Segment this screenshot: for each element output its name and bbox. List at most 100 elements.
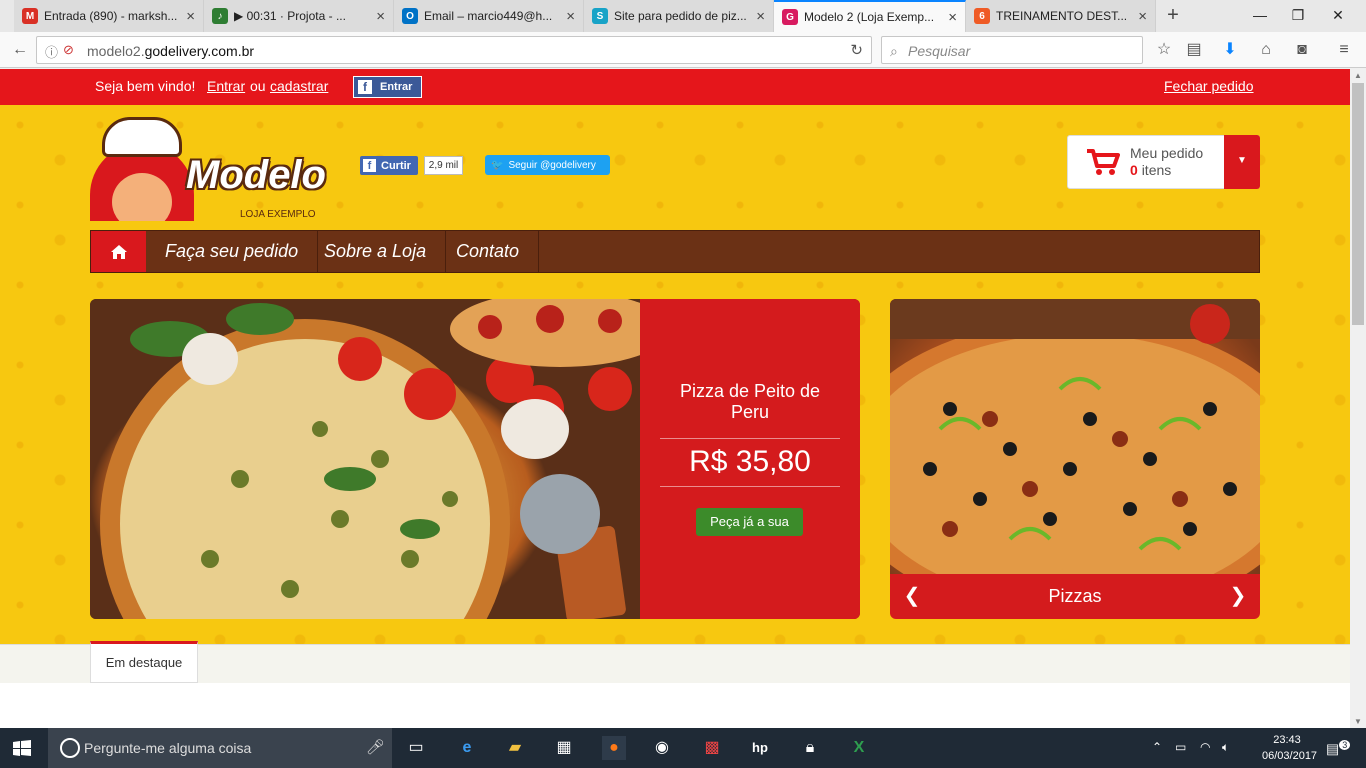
cart-dropdown-caret-icon[interactable]: ▼ (1224, 135, 1260, 189)
tab-title: TREINAMENTO DEST... (996, 9, 1128, 23)
tray-chevron-icon[interactable]: ⌃ (1152, 740, 1162, 754)
close-window-button[interactable]: ✕ (1320, 3, 1356, 27)
twitter-follow-button[interactable]: 🐦 Seguir @godelivery (485, 155, 610, 175)
browser-tab-bar: M Entrada (890) - marksh... × ♪ ▶ 00:31 … (0, 0, 1366, 32)
restore-button[interactable]: ❐ (1280, 3, 1316, 27)
address-bar[interactable]: ⓘ ⊘ modelo2.godelivery.com.br ↻ (36, 36, 872, 64)
or-text: ou (250, 78, 266, 94)
reading-list-icon[interactable]: ▤ (1182, 39, 1206, 61)
facebook-login-label: Entrar (380, 81, 413, 93)
windows-taskbar: Pergunte-me alguma coisa 🎤︎ ▭ e ▰ ▦ ● ◉ … (0, 728, 1366, 768)
outlook-icon: O (402, 8, 418, 24)
windows-start-icon[interactable] (13, 740, 31, 756)
home-icon[interactable] (91, 231, 146, 272)
firefox-icon[interactable]: ● (602, 736, 626, 760)
colorful-app-icon[interactable]: ▩ (700, 736, 724, 760)
edge-icon[interactable]: e (455, 736, 479, 760)
order-now-button[interactable]: Peça já a sua (696, 508, 803, 536)
microphone-icon[interactable]: 🎤︎ (366, 738, 385, 756)
divider (660, 486, 840, 487)
menu-item-about[interactable]: Sobre a Loja (305, 231, 447, 272)
store-logo[interactable]: Modelo LOJA EXEMPLO (90, 117, 330, 221)
tab-gmail[interactable]: M Entrada (890) - marksh... × (14, 0, 204, 32)
new-tab-button[interactable]: + (1162, 5, 1184, 27)
battery-icon[interactable]: ▭ (1175, 740, 1186, 754)
search-icon: ⌕ (890, 43, 898, 59)
register-link[interactable]: cadastrar (270, 78, 328, 94)
like-count: 2,9 mil (424, 156, 463, 175)
search-bar[interactable]: ⌕ Pesquisar (881, 36, 1143, 64)
category-label: Pizzas (1048, 586, 1102, 606)
welcome-text: Seja bem vindo! (95, 78, 196, 94)
scroll-down-icon[interactable]: ▼ (1354, 717, 1362, 726)
scrollbar-thumb[interactable] (1352, 83, 1364, 325)
vpn-lock-icon[interactable]: 🔒︎ (798, 736, 822, 760)
search-placeholder: Pesquisar (908, 43, 971, 59)
tab-treinamento[interactable]: 6 TREINAMENTO DEST... × (966, 0, 1156, 32)
twitter-label: Seguir @godelivery (508, 159, 596, 171)
pocket-icon[interactable]: ◙ (1290, 39, 1314, 61)
page-scrollbar[interactable]: ▲ ▼ (1350, 69, 1366, 728)
music-icon: ♪ (212, 8, 228, 24)
notification-count: 3 (1339, 740, 1351, 750)
twitter-bird-icon: 🐦 (491, 159, 504, 171)
scroll-up-icon[interactable]: ▲ (1354, 71, 1362, 80)
cart-widget[interactable]: Meu pedido 0 itens ▼ (1067, 135, 1260, 189)
pizza-photo (90, 299, 670, 619)
menu-item-order[interactable]: Faça seu pedido (146, 231, 319, 272)
cortana-placeholder: Pergunte-me alguma coisa (84, 740, 252, 756)
url-prefix: modelo2. (87, 43, 145, 59)
pizza-illustration (890, 299, 1260, 619)
reload-icon[interactable]: ↻ (850, 41, 863, 59)
close-tab-icon[interactable]: × (1138, 8, 1147, 25)
facebook-login-button[interactable]: f Entrar (353, 76, 422, 98)
info-icon[interactable]: ⓘ (45, 42, 58, 61)
slide-info-panel: Pizza de Peito de Peru R$ 35,80 Peça já … (640, 299, 860, 619)
featured-section: Em destaque (0, 641, 1350, 728)
close-tab-icon[interactable]: × (376, 8, 385, 25)
fire-icon: 6 (974, 8, 990, 24)
top-bar: Seja bem vindo! Entrar ou cadastrar f Ent… (0, 69, 1350, 105)
action-center-icon[interactable]: ▤ 3 (1326, 740, 1351, 758)
product-price: R$ 35,80 (689, 445, 811, 478)
downloads-icon[interactable]: ⬇ (1218, 39, 1242, 61)
hp-icon[interactable]: hp (748, 736, 772, 760)
login-link[interactable]: Entrar (207, 78, 245, 94)
store-icon[interactable]: ▦ (552, 736, 576, 760)
close-order-link[interactable]: Fechar pedido (1164, 78, 1254, 94)
close-tab-icon[interactable]: × (756, 8, 765, 25)
menu-item-contact[interactable]: Contato (437, 231, 540, 272)
minimize-button[interactable]: — (1242, 3, 1278, 27)
facebook-like-button[interactable]: f Curtir (360, 156, 418, 175)
file-explorer-icon[interactable]: ▰ (503, 736, 527, 760)
menu-hamburger-icon[interactable]: ≡ (1332, 39, 1356, 61)
pizza-category-photo[interactable] (890, 299, 1260, 619)
cortana-search-box[interactable]: Pergunte-me alguma coisa 🎤︎ (48, 728, 392, 768)
excel-icon[interactable]: X (847, 736, 871, 760)
tab-music[interactable]: ♪ ▶ 00:31 · Projota - ... × (204, 0, 394, 32)
tab-outlook[interactable]: O Email – marcio449@h... × (394, 0, 584, 32)
camera-icon[interactable]: ◉ (650, 736, 674, 760)
home-icon[interactable]: ⌂ (1254, 39, 1278, 61)
tab-modelo2[interactable]: G Modelo 2 (Loja Exemp... × (774, 0, 966, 32)
insecure-lock-icon[interactable]: ⊘ (63, 42, 74, 58)
godelivery-icon: G (782, 9, 798, 25)
tab-site-pedido[interactable]: S Site para pedido de piz... × (584, 0, 774, 32)
gmail-icon: M (22, 8, 38, 24)
task-view-icon[interactable]: ▭ (404, 736, 428, 760)
tab-featured[interactable]: Em destaque (90, 641, 198, 683)
close-tab-icon[interactable]: × (566, 8, 575, 25)
main-menu: Faça seu pedido Sobre a Loja Contato (90, 230, 1260, 273)
system-clock[interactable]: 23:43 06/03/2017 (1262, 732, 1317, 764)
close-tab-icon[interactable]: × (186, 8, 195, 25)
back-arrow-icon[interactable]: ← (8, 39, 32, 61)
volume-icon[interactable]: 🔈︎ (1222, 740, 1229, 755)
bookmark-star-icon[interactable]: ☆ (1152, 39, 1176, 61)
url-text[interactable]: modelo2.godelivery.com.br (87, 43, 254, 59)
carousel-next-chevron-icon[interactable]: ❯ (1218, 574, 1258, 619)
cart-items-label: itens (1141, 162, 1172, 178)
tab-title: Email – marcio449@h... (424, 9, 553, 23)
pizza-illustration (100, 299, 670, 619)
close-tab-icon[interactable]: × (948, 9, 957, 26)
wifi-icon[interactable]: ◠ (1200, 740, 1210, 754)
